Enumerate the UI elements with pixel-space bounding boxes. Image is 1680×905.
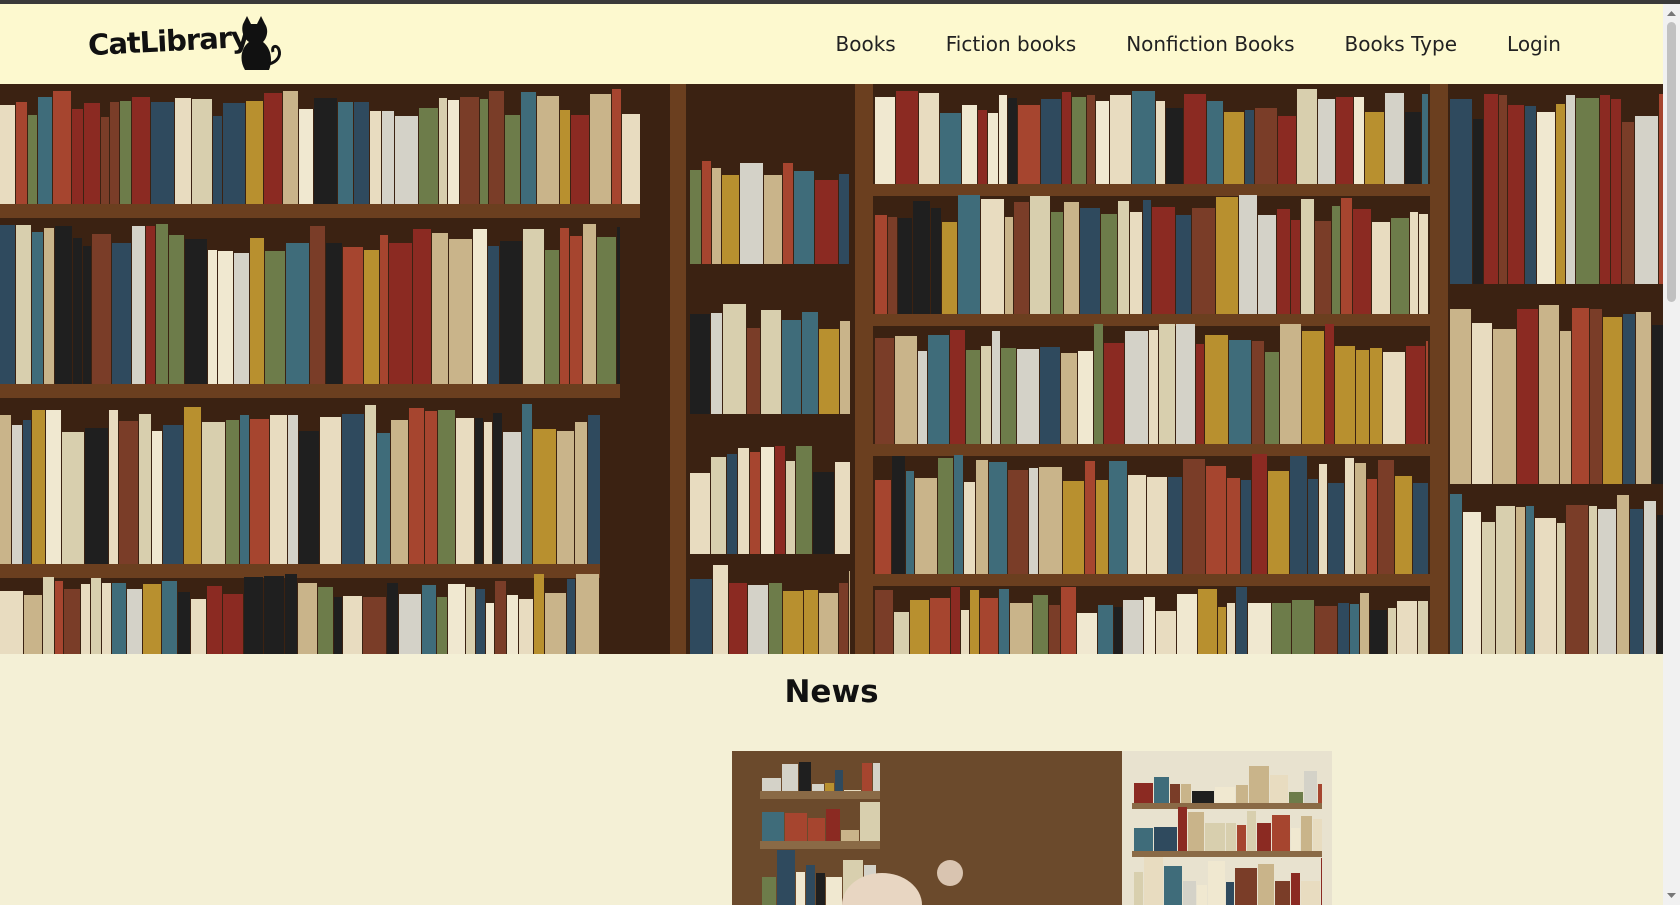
main-nav: Books Fiction books Nonfiction Books Boo… bbox=[786, 4, 1561, 84]
nav-login[interactable]: Login bbox=[1507, 32, 1561, 56]
scroll-thumb[interactable] bbox=[1667, 22, 1676, 302]
news-heading: News bbox=[784, 674, 879, 710]
brand-logo[interactable]: CatLibrary bbox=[87, 14, 288, 74]
brand-logo-text: CatLibrary bbox=[87, 19, 250, 63]
nav-books[interactable]: Books bbox=[836, 32, 896, 56]
page-scrollbar[interactable] bbox=[1663, 4, 1680, 905]
navbar: CatLibrary Books Fiction books Nonfictio… bbox=[0, 4, 1663, 84]
news-image[interactable] bbox=[732, 751, 1332, 905]
nav-books-type[interactable]: Books Type bbox=[1345, 32, 1458, 56]
bookstore-photo bbox=[732, 751, 1332, 905]
bookshelf-illustration bbox=[0, 84, 1663, 654]
scroll-down-arrow-icon[interactable] bbox=[1663, 889, 1680, 903]
cat-icon bbox=[241, 16, 281, 70]
nav-nonfiction-books[interactable]: Nonfiction Books bbox=[1126, 32, 1294, 56]
nav-fiction-books[interactable]: Fiction books bbox=[946, 32, 1076, 56]
scroll-up-arrow-icon[interactable] bbox=[1663, 6, 1680, 20]
hero-bookshelf-image bbox=[0, 84, 1663, 654]
